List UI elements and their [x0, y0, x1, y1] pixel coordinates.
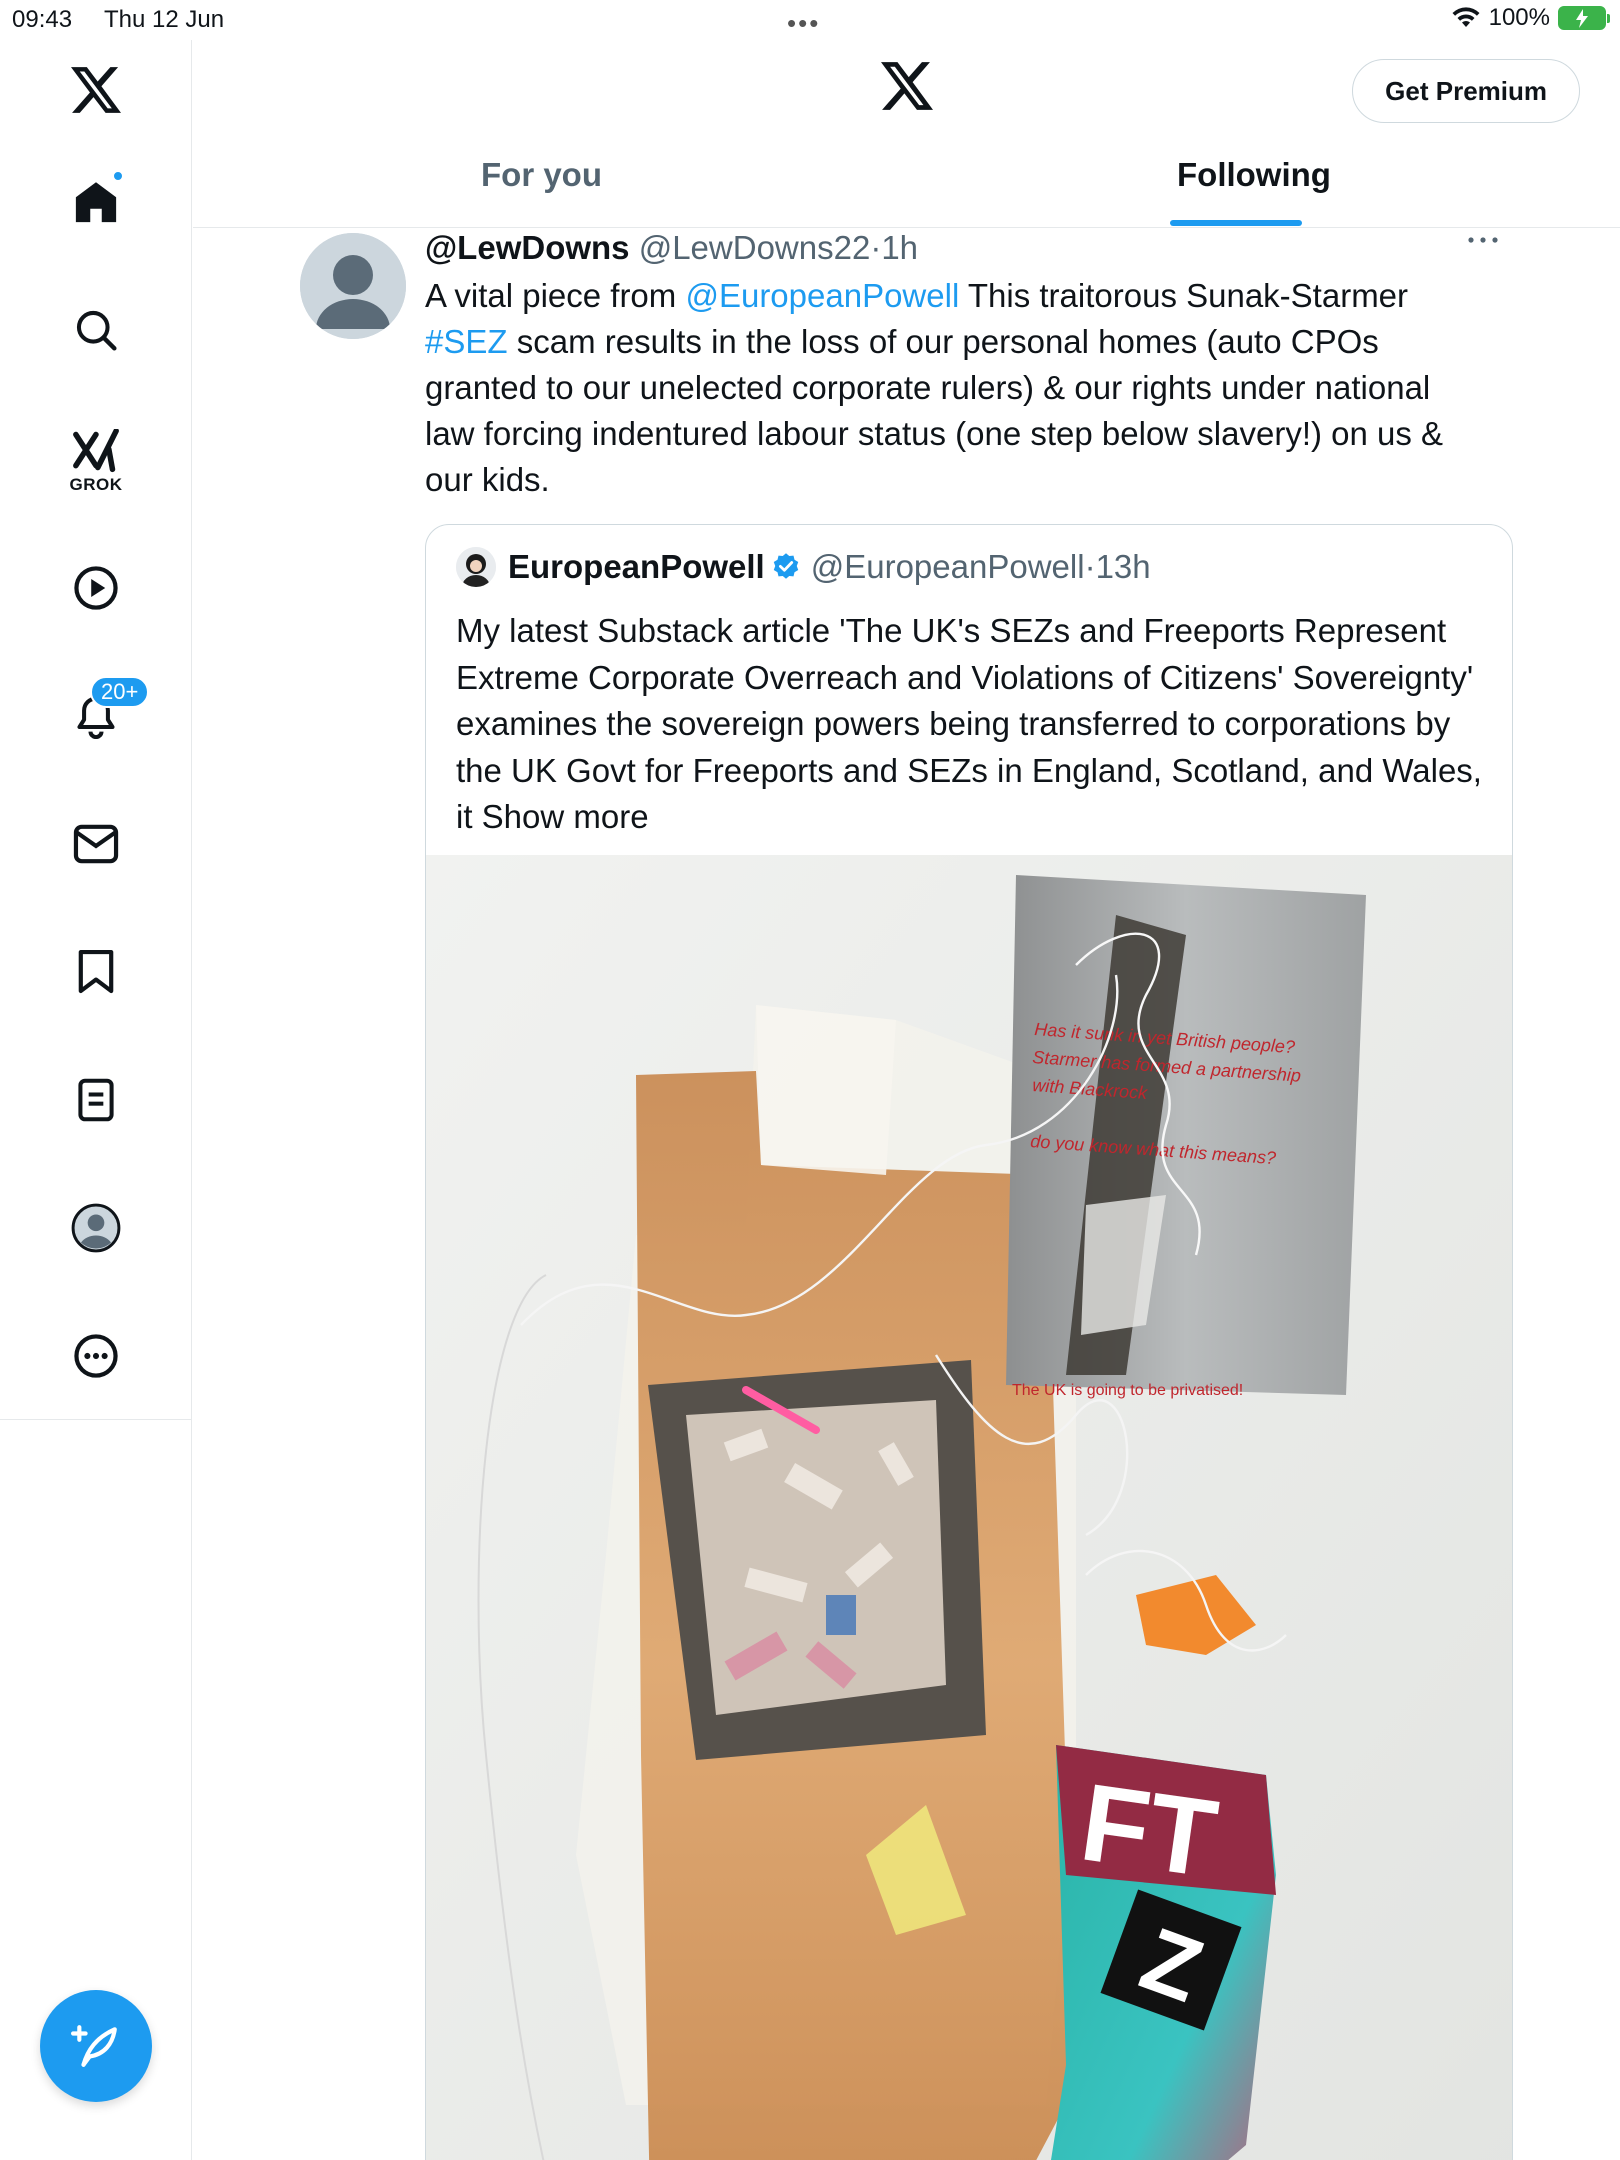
multitasking-dots-icon[interactable]: ••• — [787, 8, 820, 39]
home-new-dot — [112, 170, 124, 182]
status-indicators: 100% — [1451, 4, 1610, 32]
hashtag-link[interactable]: #SEZ — [425, 323, 508, 360]
home-icon[interactable] — [56, 162, 136, 242]
battery-percent: 100% — [1488, 4, 1550, 31]
x-logo-icon[interactable] — [881, 62, 933, 115]
quoted-post-text: My latest Substack article 'The UK's SEZ… — [456, 608, 1496, 841]
post-text: A vital piece from @EuropeanPowell This … — [425, 273, 1485, 503]
post-author-name[interactable]: @LewDowns — [425, 229, 630, 266]
status-bar: 09:43 Thu 12 Jun ••• 100% — [0, 0, 1620, 40]
sidebar: GROK 20+ — [0, 40, 192, 2160]
profile-icon[interactable] — [56, 1188, 136, 1268]
quoted-avatar[interactable] — [456, 547, 496, 587]
tab-selected-indicator — [1170, 220, 1302, 226]
x-logo-icon[interactable] — [56, 50, 136, 130]
compose-button[interactable] — [40, 1990, 152, 2102]
status-time: 09:43 — [12, 6, 73, 33]
grok-icon[interactable]: GROK — [56, 422, 136, 502]
mail-icon[interactable] — [56, 804, 136, 884]
post-more-icon[interactable] — [1466, 233, 1500, 251]
top-header: Get Premium For you Following — [193, 40, 1620, 228]
post[interactable]: @LewDowns @LewDowns22·1h A vital piece f… — [193, 229, 1620, 2160]
tab-for-you[interactable]: For you — [481, 156, 602, 194]
notifications-badge: 20+ — [90, 676, 150, 708]
get-premium-button[interactable]: Get Premium — [1352, 59, 1580, 123]
quoted-post-image[interactable]: Has it sunk in yet British people? Starm… — [426, 855, 1512, 2160]
post-time[interactable]: 1h — [881, 229, 918, 266]
post-author-handle[interactable]: @LewDowns22 — [639, 229, 871, 266]
battery-charging-icon — [1558, 6, 1610, 30]
bookmark-icon[interactable] — [56, 932, 136, 1012]
poster-bottom-line: The UK is going to be privatised! — [1012, 1382, 1243, 1399]
post-text-part: A vital piece from — [425, 277, 686, 314]
tab-following[interactable]: Following — [1177, 156, 1331, 194]
quoted-post-time[interactable]: 13h — [1096, 548, 1151, 586]
wifi-icon — [1452, 7, 1480, 27]
sticker-top-letters: FT — [1074, 1760, 1224, 1901]
mention-link[interactable]: @EuropeanPowell — [685, 277, 959, 314]
verified-badge-icon — [773, 553, 798, 579]
grok-label: GROK — [69, 475, 123, 494]
status-date: Thu 12 Jun — [104, 6, 225, 33]
quoted-post-header: EuropeanPowell @EuropeanPowell · 13h — [456, 547, 1151, 587]
quoted-post[interactable]: EuropeanPowell @EuropeanPowell · 13h My la… — [425, 524, 1513, 2160]
more-icon[interactable] — [56, 1316, 136, 1396]
search-icon[interactable] — [56, 290, 136, 370]
quoted-author-name[interactable]: EuropeanPowell — [508, 548, 765, 586]
video-icon[interactable] — [56, 548, 136, 628]
post-header: @LewDowns @LewDowns22·1h — [425, 229, 919, 266]
compose-feather-icon — [71, 2025, 117, 2067]
avatar[interactable] — [300, 233, 406, 339]
show-more-link[interactable]: Show more — [482, 798, 649, 835]
sidebar-divider — [0, 1419, 192, 1420]
post-text-part: scam results in the loss of our personal… — [425, 323, 1444, 498]
post-text-part: This traitorous Sunak-Starmer — [959, 277, 1409, 314]
bell-icon[interactable]: 20+ — [56, 676, 150, 756]
quoted-author-handle[interactable]: @EuropeanPowell — [811, 548, 1085, 586]
lists-icon[interactable] — [56, 1060, 136, 1140]
